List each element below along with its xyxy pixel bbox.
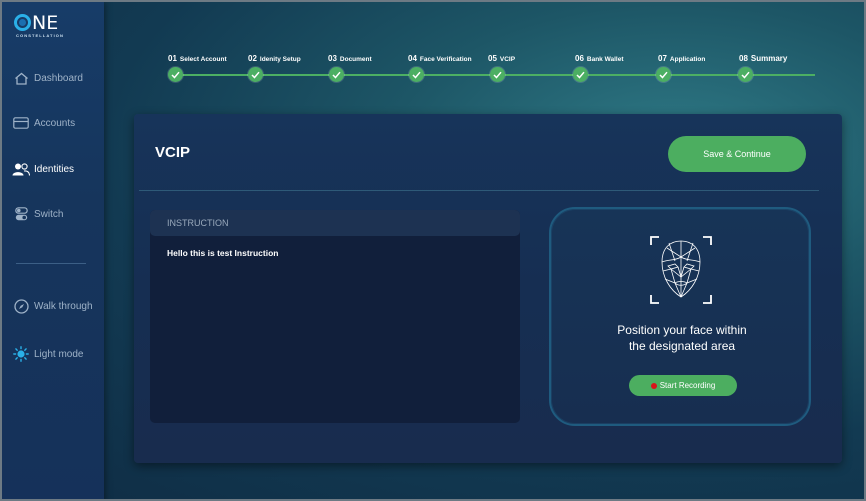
check-icon [490, 67, 505, 82]
step-summary[interactable]: 08 Summary [738, 54, 788, 82]
check-icon [409, 67, 424, 82]
step-number: 08 [739, 54, 748, 63]
sidebar-item-accounts[interactable]: Accounts [12, 113, 75, 133]
step-label: Summary [750, 54, 788, 63]
sidebar-item-label: Identities [34, 163, 75, 175]
step-document[interactable]: 03 Document [328, 54, 372, 82]
sidebar-item-label: Accounts [34, 117, 76, 129]
step-number: 04 [408, 54, 417, 63]
step-number: 06 [575, 54, 584, 63]
sidebar-item-light-mode[interactable]: Light mode [12, 344, 83, 364]
step-vcip[interactable]: 05 VCIP [488, 54, 516, 82]
sun-icon [12, 346, 30, 362]
step-label: Document [339, 56, 372, 63]
check-icon [738, 67, 753, 82]
step-number: 03 [328, 54, 337, 63]
step-select-account[interactable]: 01 Select Account [168, 54, 227, 82]
accounts-icon [12, 115, 30, 131]
step-number: 05 [488, 54, 497, 63]
step-identity-setup[interactable]: 02 Idenity Setup [248, 54, 301, 82]
sidebar-item-switch[interactable]: Switch [12, 204, 63, 224]
step-label: Bank Wallet [586, 56, 624, 63]
step-label: Idenity Setup [259, 56, 301, 63]
progress-stepper: 01 Select Account 02 Idenity Setup 03 Docum… [2, 2, 864, 92]
start-recording-button[interactable]: Start Recording [629, 375, 737, 396]
face-capture-panel: Position your face within the designated… [549, 207, 811, 426]
step-face-verification[interactable]: 04 Face Verification [408, 54, 472, 82]
step-label: Select Account [179, 56, 227, 63]
app-window: NE CONSTELLATION Dashboard Accounts Iden… [0, 0, 866, 501]
sidebar-item-label: Walk through [34, 300, 93, 312]
face-instruction-line2: the designated area [628, 339, 736, 353]
step-bank-wallet[interactable]: 06 Bank Wallet [573, 54, 624, 82]
check-icon [329, 67, 344, 82]
instruction-panel: INSTRUCTION Hello this is test Instructi… [150, 210, 520, 423]
check-icon [168, 67, 183, 82]
instruction-header: INSTRUCTION [150, 210, 520, 236]
switch-icon [12, 206, 30, 222]
face-instruction-line1: Position your face within [617, 323, 747, 337]
instruction-text: Hello this is test Instruction [167, 248, 279, 258]
card-divider [139, 190, 819, 191]
step-label: VCIP [499, 56, 516, 63]
sidebar-item-label: Switch [34, 208, 64, 220]
step-label: Application [669, 56, 706, 63]
start-recording-label: Start Recording [659, 381, 716, 390]
sidebar-item-label: Light mode [34, 348, 84, 360]
compass-icon [12, 298, 30, 314]
step-number: 07 [658, 54, 667, 63]
check-icon [656, 67, 671, 82]
step-number: 02 [248, 54, 257, 63]
page-title: VCIP [155, 144, 191, 161]
vcip-card: VCIP Save & Continue INSTRUCTION Hello t… [134, 114, 842, 463]
save-continue-button[interactable]: Save & Continue [668, 136, 806, 172]
sidebar-item-walk-through[interactable]: Walk through [12, 296, 93, 316]
face-scan-icon [649, 235, 713, 305]
sidebar-divider [16, 263, 86, 264]
check-icon [573, 67, 588, 82]
users-icon [12, 161, 30, 177]
sidebar-item-identities[interactable]: Identities [12, 159, 74, 179]
face-instruction: Position your face within the designated… [551, 322, 813, 354]
record-dot-icon [650, 382, 657, 389]
check-icon [248, 67, 263, 82]
step-label: Face Verification [419, 56, 472, 63]
step-application[interactable]: 07 Application [656, 54, 706, 82]
step-number: 01 [168, 54, 177, 63]
